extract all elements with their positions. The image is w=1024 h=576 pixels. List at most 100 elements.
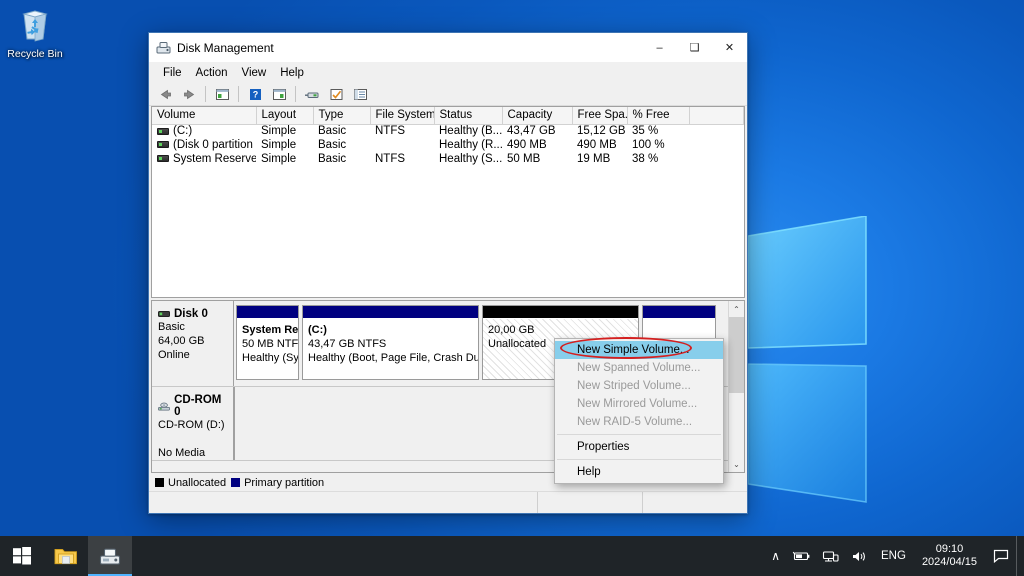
cell-layout: Simple [256, 138, 313, 152]
partition-color-bar [237, 306, 298, 319]
table-row[interactable]: (C:) Simple Basic NTFS Healthy (B... 43,… [152, 124, 744, 138]
file-explorer-taskbar-button[interactable] [44, 536, 88, 576]
start-button[interactable] [0, 536, 44, 576]
col-percent-free[interactable]: % Free [627, 107, 689, 124]
toolbar-separator [238, 86, 239, 102]
col-type[interactable]: Type [313, 107, 370, 124]
help-icon[interactable]: ? [244, 84, 266, 104]
menu-item-help[interactable]: Help [555, 463, 723, 481]
menu-item-new-simple-volume[interactable]: New Simple Volume... [555, 341, 723, 359]
cell-capacity: 43,47 GB [502, 124, 572, 138]
menu-action[interactable]: Action [189, 65, 235, 81]
cell-volume: (C:) [152, 124, 256, 138]
scroll-down-button[interactable]: ⌄ [729, 456, 745, 472]
volume-icon [157, 128, 169, 135]
legend-item-unallocated: Unallocated [155, 477, 226, 489]
window-titlebar[interactable]: Disk Management – ❑ ✕ [149, 33, 747, 62]
table-row[interactable]: (Disk 0 partition 3) Simple Basic Health… [152, 138, 744, 152]
action-center-button[interactable] [986, 536, 1016, 576]
partition-status: Healthy (Boot, Page File, Crash Dump, [308, 351, 473, 365]
cell-spacer [689, 124, 744, 138]
disk0-state: Online [158, 348, 227, 362]
legend-label-unallocated: Unallocated [168, 477, 226, 489]
desktop[interactable]: Recycle Bin Disk Management – ❑ ✕ File A… [0, 0, 1024, 576]
show-desktop-button[interactable] [1016, 536, 1022, 576]
cell-volume: (Disk 0 partition 3) [152, 138, 256, 152]
cell-percent-free: 100 % [627, 138, 689, 152]
partition-system-reserved[interactable]: System Res 50 MB NTFS Healthy (Sys [236, 305, 299, 380]
recycle-bin-icon [18, 6, 52, 42]
disk0-type: Basic [158, 320, 227, 334]
menu-view[interactable]: View [235, 65, 274, 81]
cell-layout: Simple [256, 152, 313, 166]
show-hide-console-tree-icon[interactable] [211, 84, 233, 104]
graphical-view-scrollbar[interactable]: ⌃ ⌄ [728, 301, 744, 472]
toolbar-separator [205, 86, 206, 102]
col-capacity[interactable]: Capacity [502, 107, 572, 124]
back-arrow-icon[interactable] [154, 84, 176, 104]
close-button[interactable]: ✕ [712, 33, 747, 62]
partition-name: System Res [242, 323, 293, 337]
menu-item-new-spanned-volume: New Spanned Volume... [555, 359, 723, 377]
col-free-space[interactable]: Free Spa... [572, 107, 627, 124]
table-row[interactable]: System Reserved Simple Basic NTFS Health… [152, 152, 744, 166]
cell-file-system: NTFS [370, 152, 434, 166]
status-bar [149, 491, 747, 513]
rescan-disks-icon[interactable] [301, 84, 323, 104]
menu-help[interactable]: Help [273, 65, 311, 81]
context-menu[interactable]: New Simple Volume... New Spanned Volume.… [554, 338, 724, 484]
windows-start-icon [13, 547, 31, 565]
tray-chevron-up-icon[interactable]: ∧ [765, 536, 786, 576]
cdrom0-type: CD-ROM (D:) [158, 418, 227, 432]
properties-list-icon[interactable] [268, 84, 290, 104]
cell-file-system [370, 138, 434, 152]
network-icon[interactable] [816, 536, 845, 576]
col-layout[interactable]: Layout [256, 107, 313, 124]
battery-icon[interactable] [786, 536, 816, 576]
scrollbar-track[interactable] [729, 317, 745, 456]
cell-percent-free: 38 % [627, 152, 689, 166]
cell-spacer [689, 152, 744, 166]
system-tray[interactable]: ∧ [765, 536, 1024, 576]
menu-file[interactable]: File [156, 65, 189, 81]
disk-management-taskbar-button[interactable] [88, 536, 132, 576]
wallpaper-logo [748, 216, 1008, 516]
menu-item-properties[interactable]: Properties [555, 438, 723, 456]
forward-arrow-icon[interactable] [178, 84, 200, 104]
cdrom0-title-line: CD-ROM 0 [158, 394, 227, 418]
window-title: Disk Management [177, 41, 274, 55]
menu-bar[interactable]: File Action View Help [149, 62, 747, 83]
legend-label-primary: Primary partition [244, 477, 324, 489]
volume-icon [157, 141, 169, 148]
disk0-header[interactable]: Disk 0 Basic 64,00 GB Online [152, 301, 234, 386]
scroll-up-button[interactable]: ⌃ [729, 301, 745, 317]
cdrom0-header[interactable]: CD-ROM 0 CD-ROM (D:) No Media [152, 387, 234, 460]
legend-swatch-unallocated [155, 478, 164, 487]
menu-separator [557, 434, 721, 435]
cdrom-icon [158, 402, 170, 411]
language-indicator[interactable]: ENG [874, 550, 913, 562]
scrollbar-thumb[interactable] [729, 317, 745, 393]
partition-status: Healthy (Sys [242, 351, 293, 365]
maximize-button[interactable]: ❑ [677, 33, 712, 62]
taskbar[interactable]: ∧ [0, 536, 1024, 576]
details-view-icon[interactable] [349, 84, 371, 104]
volume-list-pane[interactable]: Volume Layout Type File System Status Ca… [151, 106, 745, 298]
recycle-bin-desktop-icon[interactable]: Recycle Bin [4, 6, 66, 60]
cell-status: Healthy (B... [434, 124, 502, 138]
minimize-button[interactable]: – [642, 33, 677, 62]
toolbar[interactable]: ? [149, 83, 747, 106]
col-file-system[interactable]: File System [370, 107, 434, 124]
volume-icon[interactable] [845, 536, 874, 576]
col-volume[interactable]: Volume [152, 107, 256, 124]
check-icon[interactable] [325, 84, 347, 104]
clock[interactable]: 09:10 2024/04/15 [913, 536, 986, 576]
cell-file-system: NTFS [370, 124, 434, 138]
col-status[interactable]: Status [434, 107, 502, 124]
col-spacer[interactable] [689, 107, 744, 124]
action-center-icon [993, 549, 1009, 563]
partition-c-drive[interactable]: (C:) 43,47 GB NTFS Healthy (Boot, Page F… [302, 305, 479, 380]
partition-color-bar [483, 306, 638, 319]
partition-detail: 20,00 GB [488, 323, 633, 337]
cell-spacer [689, 138, 744, 152]
